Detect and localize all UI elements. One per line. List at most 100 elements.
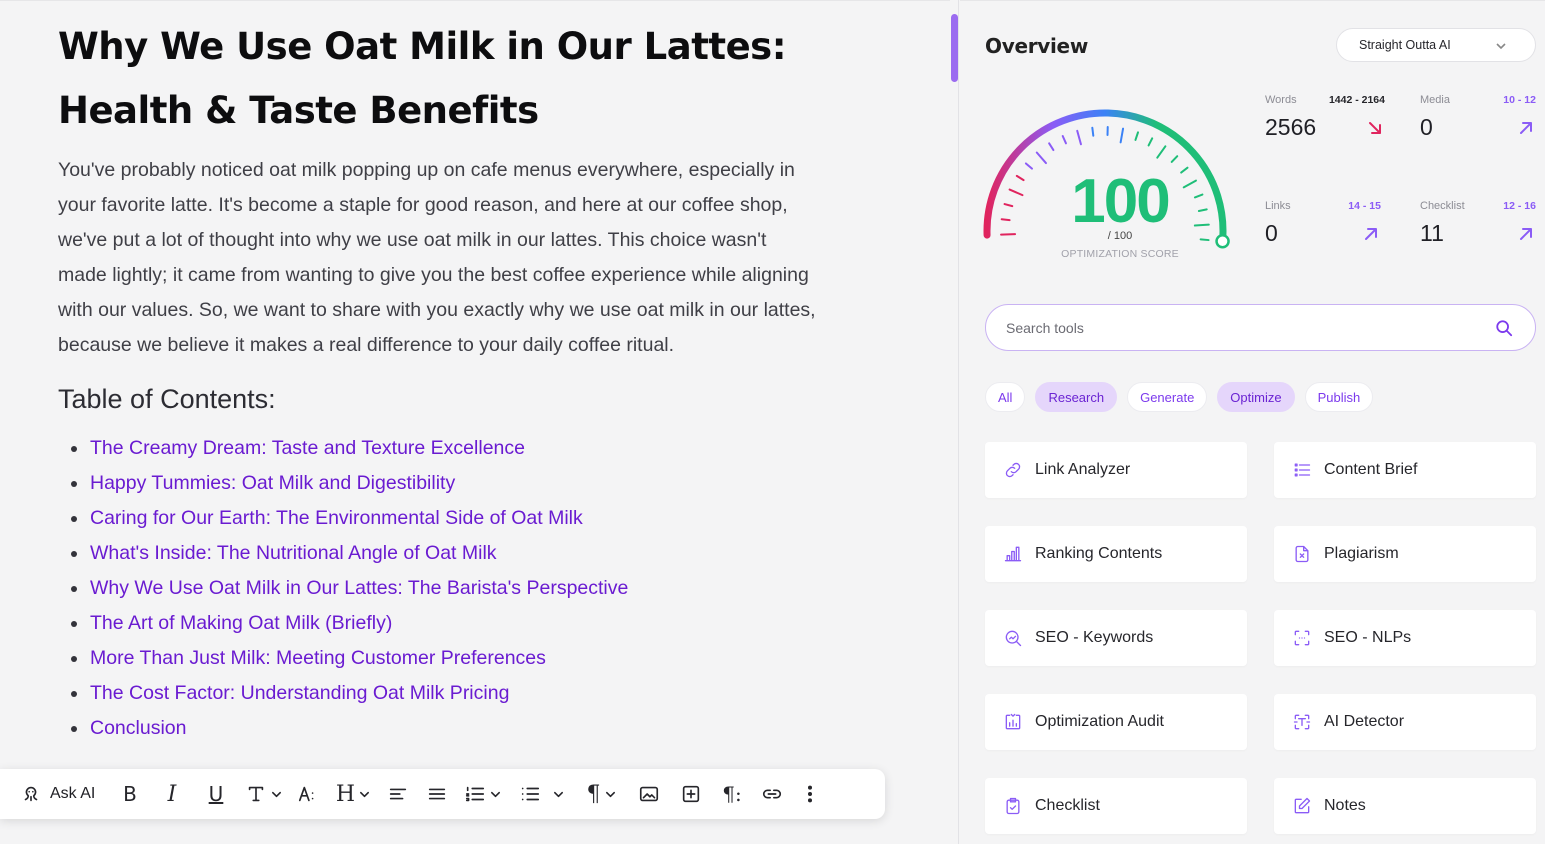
- gauge-tick: [1015, 174, 1025, 182]
- filter-chip-all[interactable]: All: [985, 382, 1026, 412]
- toc-link[interactable]: Happy Tummies: Oat Milk and Digestibilit…: [90, 472, 455, 494]
- overview-panel: Overview Straight Outta AI 100 / 100 OPT…: [960, 0, 1545, 844]
- metric-label: Words: [1265, 94, 1297, 106]
- gauge-tick: [1061, 134, 1067, 145]
- ordered-list-icon: [465, 786, 484, 802]
- insert-block-button[interactable]: [670, 774, 712, 814]
- toc-item: Conclusion: [58, 711, 818, 746]
- toc-link[interactable]: Caring for Our Earth: The Environmental …: [90, 507, 583, 529]
- filter-chip-research[interactable]: Research: [1035, 382, 1118, 412]
- tool-label: Notes: [1324, 797, 1366, 814]
- metric-value: 11: [1420, 220, 1444, 246]
- font-style-dropdown[interactable]: [238, 774, 288, 814]
- toc-item: More Than Just Milk: Meeting Customer Pr…: [58, 641, 818, 676]
- metric-value: 0: [1420, 114, 1433, 140]
- tool-link-analyzer[interactable]: Link Analyzer: [985, 442, 1247, 498]
- align-justify-button[interactable]: [418, 774, 456, 814]
- insert-link-button[interactable]: [752, 774, 792, 814]
- gauge-tick: [1147, 137, 1154, 147]
- toc-link[interactable]: Conclusion: [90, 717, 186, 739]
- ask-ai-button[interactable]: Ask AI: [20, 774, 110, 814]
- editor-scrollbar[interactable]: [951, 14, 958, 82]
- toc-item: What's Inside: The Nutritional Angle of …: [58, 536, 818, 571]
- toc-link[interactable]: Why We Use Oat Milk in Our Lattes: The B…: [90, 577, 628, 599]
- metric-range: 1442 - 2164: [1328, 94, 1385, 106]
- filter-chip-optimize[interactable]: Optimize: [1217, 382, 1295, 412]
- heading-dropdown[interactable]: H: [328, 774, 378, 814]
- gauge-tick: [1170, 155, 1179, 163]
- writer-select[interactable]: Straight Outta AI: [1336, 28, 1536, 62]
- toc-link[interactable]: The Art of Making Oat Milk (Briefly): [90, 612, 392, 634]
- paragraph-marks-button[interactable]: ¶:: [712, 774, 752, 814]
- tool-seo-nlps[interactable]: SEO - NLPs: [1274, 610, 1536, 666]
- italic-button[interactable]: I: [150, 774, 194, 814]
- chevron-down-icon: [605, 791, 615, 797]
- tool-notes[interactable]: Notes: [1274, 778, 1536, 834]
- bold-button[interactable]: B: [110, 774, 150, 814]
- gauge-tick: [1134, 131, 1139, 141]
- arrow-up-right-icon: [1520, 228, 1532, 240]
- toc-item: The Art of Making Oat Milk (Briefly): [58, 606, 818, 641]
- metric-value: 0: [1265, 220, 1278, 246]
- filter-chip-publish[interactable]: Publish: [1304, 382, 1374, 412]
- plus-square-icon: [682, 785, 700, 803]
- metric-label: Links: [1265, 200, 1291, 212]
- metric-label: Checklist: [1420, 200, 1465, 212]
- underline-button[interactable]: U: [194, 774, 238, 814]
- gauge-tick: [1193, 223, 1210, 227]
- arrow-down-right-icon: [1369, 122, 1381, 134]
- filter-chip-generate[interactable]: Generate: [1127, 382, 1208, 412]
- gauge-tick: [1024, 162, 1034, 170]
- tool-plagiarism[interactable]: Plagiarism: [1274, 526, 1536, 582]
- metric-value: 2566: [1265, 114, 1317, 140]
- align-justify-icon: [428, 788, 446, 800]
- scan-brackets-icon: [1294, 630, 1310, 646]
- tool-label: Plagiarism: [1324, 545, 1399, 562]
- font-type-icon: [248, 786, 263, 802]
- tool-label: Ranking Contents: [1035, 545, 1163, 562]
- document-title[interactable]: Why We Use Oat Milk in Our Lattes: Healt…: [58, 15, 818, 143]
- tool-ranking-contents[interactable]: Ranking Contents: [985, 526, 1247, 582]
- search-input[interactable]: [1006, 319, 1466, 336]
- chevron-down-icon: [1496, 43, 1506, 50]
- tool-content-brief[interactable]: Content Brief: [1274, 442, 1536, 498]
- intro-paragraph[interactable]: You've probably noticed oat milk popping…: [58, 153, 818, 363]
- insert-image-button[interactable]: [628, 774, 670, 814]
- gauge-tick: [1199, 238, 1210, 242]
- more-options-button[interactable]: [792, 774, 828, 814]
- tool-seo-keywords[interactable]: SEO - Keywords: [985, 610, 1247, 666]
- document-body[interactable]: Why We Use Oat Milk in Our Lattes: Healt…: [58, 15, 818, 746]
- toc-link[interactable]: The Cost Factor: Understanding Oat Milk …: [90, 682, 509, 704]
- gauge-tick: [1003, 203, 1014, 208]
- image-icon: [639, 786, 659, 802]
- bullet-list-dropdown[interactable]: [508, 774, 574, 814]
- search-icon[interactable]: [1495, 319, 1513, 337]
- toc-link[interactable]: More Than Just Milk: Meeting Customer Pr…: [90, 647, 546, 669]
- font-size-button[interactable]: [288, 774, 328, 814]
- toc-link[interactable]: What's Inside: The Nutritional Angle of …: [90, 542, 497, 564]
- tool-label: SEO - NLPs: [1324, 629, 1412, 646]
- link-icon: [1005, 462, 1021, 478]
- toc-item: Happy Tummies: Oat Milk and Digestibilit…: [58, 466, 818, 501]
- editor[interactable]: Why We Use Oat Milk in Our Lattes: Healt…: [0, 0, 950, 844]
- toc-item: The Creamy Dream: Taste and Texture Exce…: [58, 431, 818, 466]
- chevron-down-icon: [490, 791, 500, 797]
- toc-heading[interactable]: Table of Contents:: [58, 379, 818, 419]
- align-left-button[interactable]: [378, 774, 418, 814]
- tool-checklist[interactable]: Checklist: [985, 778, 1247, 834]
- gauge-tick: [1000, 218, 1011, 222]
- toc-item: Why We Use Oat Milk in Our Lattes: The B…: [58, 571, 818, 606]
- bullet-list-icon: [521, 787, 539, 801]
- tool-ai-detector[interactable]: AI Detector: [1274, 694, 1536, 750]
- link-icon: [762, 789, 782, 799]
- gauge-tick: [1119, 127, 1125, 144]
- tool-optimization-audit[interactable]: Optimization Audit: [985, 694, 1247, 750]
- octopus-icon: [24, 786, 38, 802]
- paragraph-dropdown[interactable]: ¶: [574, 774, 628, 814]
- toc-link[interactable]: The Creamy Dream: Taste and Texture Exce…: [90, 437, 525, 459]
- gauge-tick: [1008, 188, 1024, 197]
- ordered-list-dropdown[interactable]: [456, 774, 508, 814]
- metric-range: 10 - 12: [1503, 94, 1536, 106]
- tool-label: Link Analyzer: [1035, 461, 1131, 478]
- arrow-up-right-icon: [1365, 228, 1377, 240]
